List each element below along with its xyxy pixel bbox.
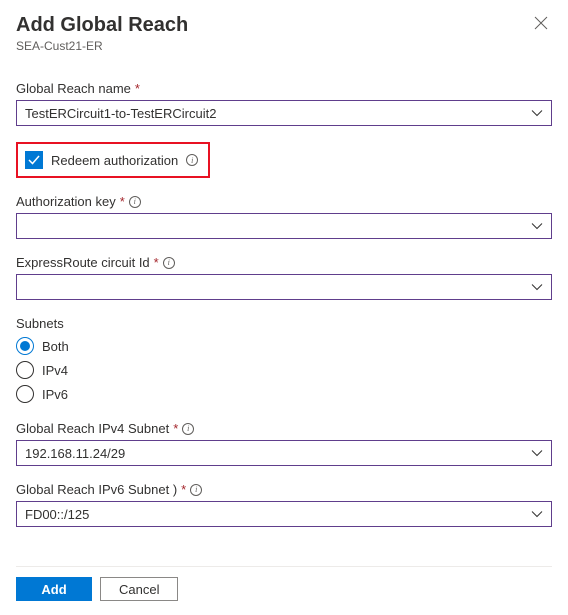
radio-icon <box>16 385 34 403</box>
ipv4-subnet-value: 192.168.11.24/29 <box>25 446 125 461</box>
circuit-id-dropdown[interactable] <box>16 274 552 300</box>
add-button[interactable]: Add <box>16 577 92 601</box>
required-indicator: * <box>154 255 159 270</box>
required-indicator: * <box>181 482 186 497</box>
subnets-radio-both[interactable]: Both <box>16 337 552 355</box>
circuit-id-label: ExpressRoute circuit Id * i <box>16 255 552 270</box>
info-icon[interactable]: i <box>129 196 141 208</box>
subnets-radio-ipv6[interactable]: IPv6 <box>16 385 552 403</box>
required-indicator: * <box>173 421 178 436</box>
chevron-down-icon <box>531 507 543 522</box>
info-icon[interactable]: i <box>190 484 202 496</box>
authorization-key-label: Authorization key * i <box>16 194 552 209</box>
subnets-radio-group: Both IPv4 IPv6 <box>16 337 552 403</box>
radio-label: IPv6 <box>42 387 68 402</box>
chevron-down-icon <box>531 106 543 121</box>
ipv6-subnet-label: Global Reach IPv6 Subnet ) * i <box>16 482 552 497</box>
required-indicator: * <box>120 194 125 209</box>
required-indicator: * <box>135 81 140 96</box>
radio-label: Both <box>42 339 69 354</box>
check-icon <box>28 154 40 166</box>
info-icon[interactable]: i <box>186 154 198 166</box>
cancel-button[interactable]: Cancel <box>100 577 178 601</box>
redeem-authorization-checkbox[interactable] <box>25 151 43 169</box>
global-reach-name-label: Global Reach name * <box>16 81 552 96</box>
radio-label: IPv4 <box>42 363 68 378</box>
chevron-down-icon <box>531 280 543 295</box>
ipv6-subnet-value: FD00::/125 <box>25 507 89 522</box>
redeem-authorization-label: Redeem authorization <box>51 153 178 168</box>
radio-icon <box>16 337 34 355</box>
ipv4-subnet-label: Global Reach IPv4 Subnet * i <box>16 421 552 436</box>
info-icon[interactable]: i <box>163 257 175 269</box>
subnets-label: Subnets <box>16 316 552 331</box>
global-reach-name-value: TestERCircuit1-to-TestERCircuit2 <box>25 106 216 121</box>
info-icon[interactable]: i <box>182 423 194 435</box>
redeem-authorization-row[interactable]: Redeem authorization i <box>16 142 210 178</box>
authorization-key-dropdown[interactable] <box>16 213 552 239</box>
close-button[interactable] <box>530 14 552 36</box>
page-subtitle: SEA-Cust21-ER <box>16 39 552 53</box>
ipv4-subnet-dropdown[interactable]: 192.168.11.24/29 <box>16 440 552 466</box>
ipv6-subnet-dropdown[interactable]: FD00::/125 <box>16 501 552 527</box>
page-title: Add Global Reach <box>16 14 188 37</box>
global-reach-name-dropdown[interactable]: TestERCircuit1-to-TestERCircuit2 <box>16 100 552 126</box>
radio-icon <box>16 361 34 379</box>
subnets-radio-ipv4[interactable]: IPv4 <box>16 361 552 379</box>
chevron-down-icon <box>531 219 543 234</box>
close-icon <box>534 16 548 30</box>
chevron-down-icon <box>531 446 543 461</box>
